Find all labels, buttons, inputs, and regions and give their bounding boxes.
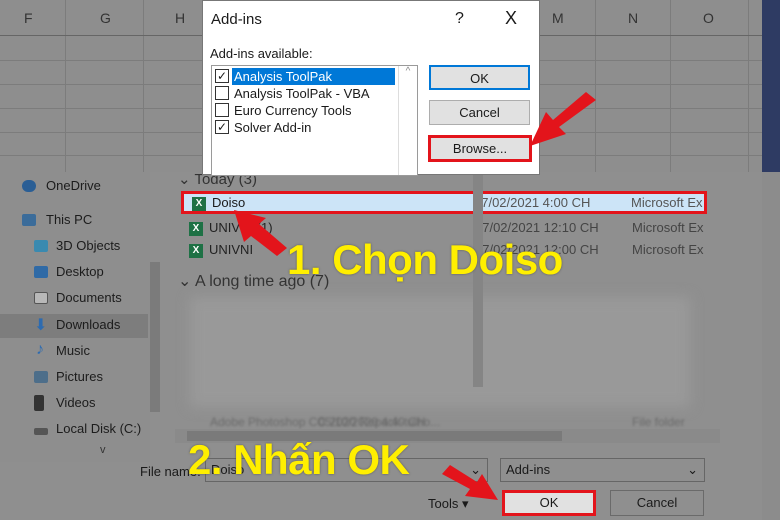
arrow-to-ok-icon: [442, 465, 498, 500]
arrow-to-doiso-icon: [234, 210, 287, 256]
step2-annotation: 2. Nhấn OK: [188, 436, 410, 483]
arrow-to-browse-icon: [530, 92, 596, 146]
step1-annotation: 1. Chọn Doiso: [287, 236, 563, 283]
